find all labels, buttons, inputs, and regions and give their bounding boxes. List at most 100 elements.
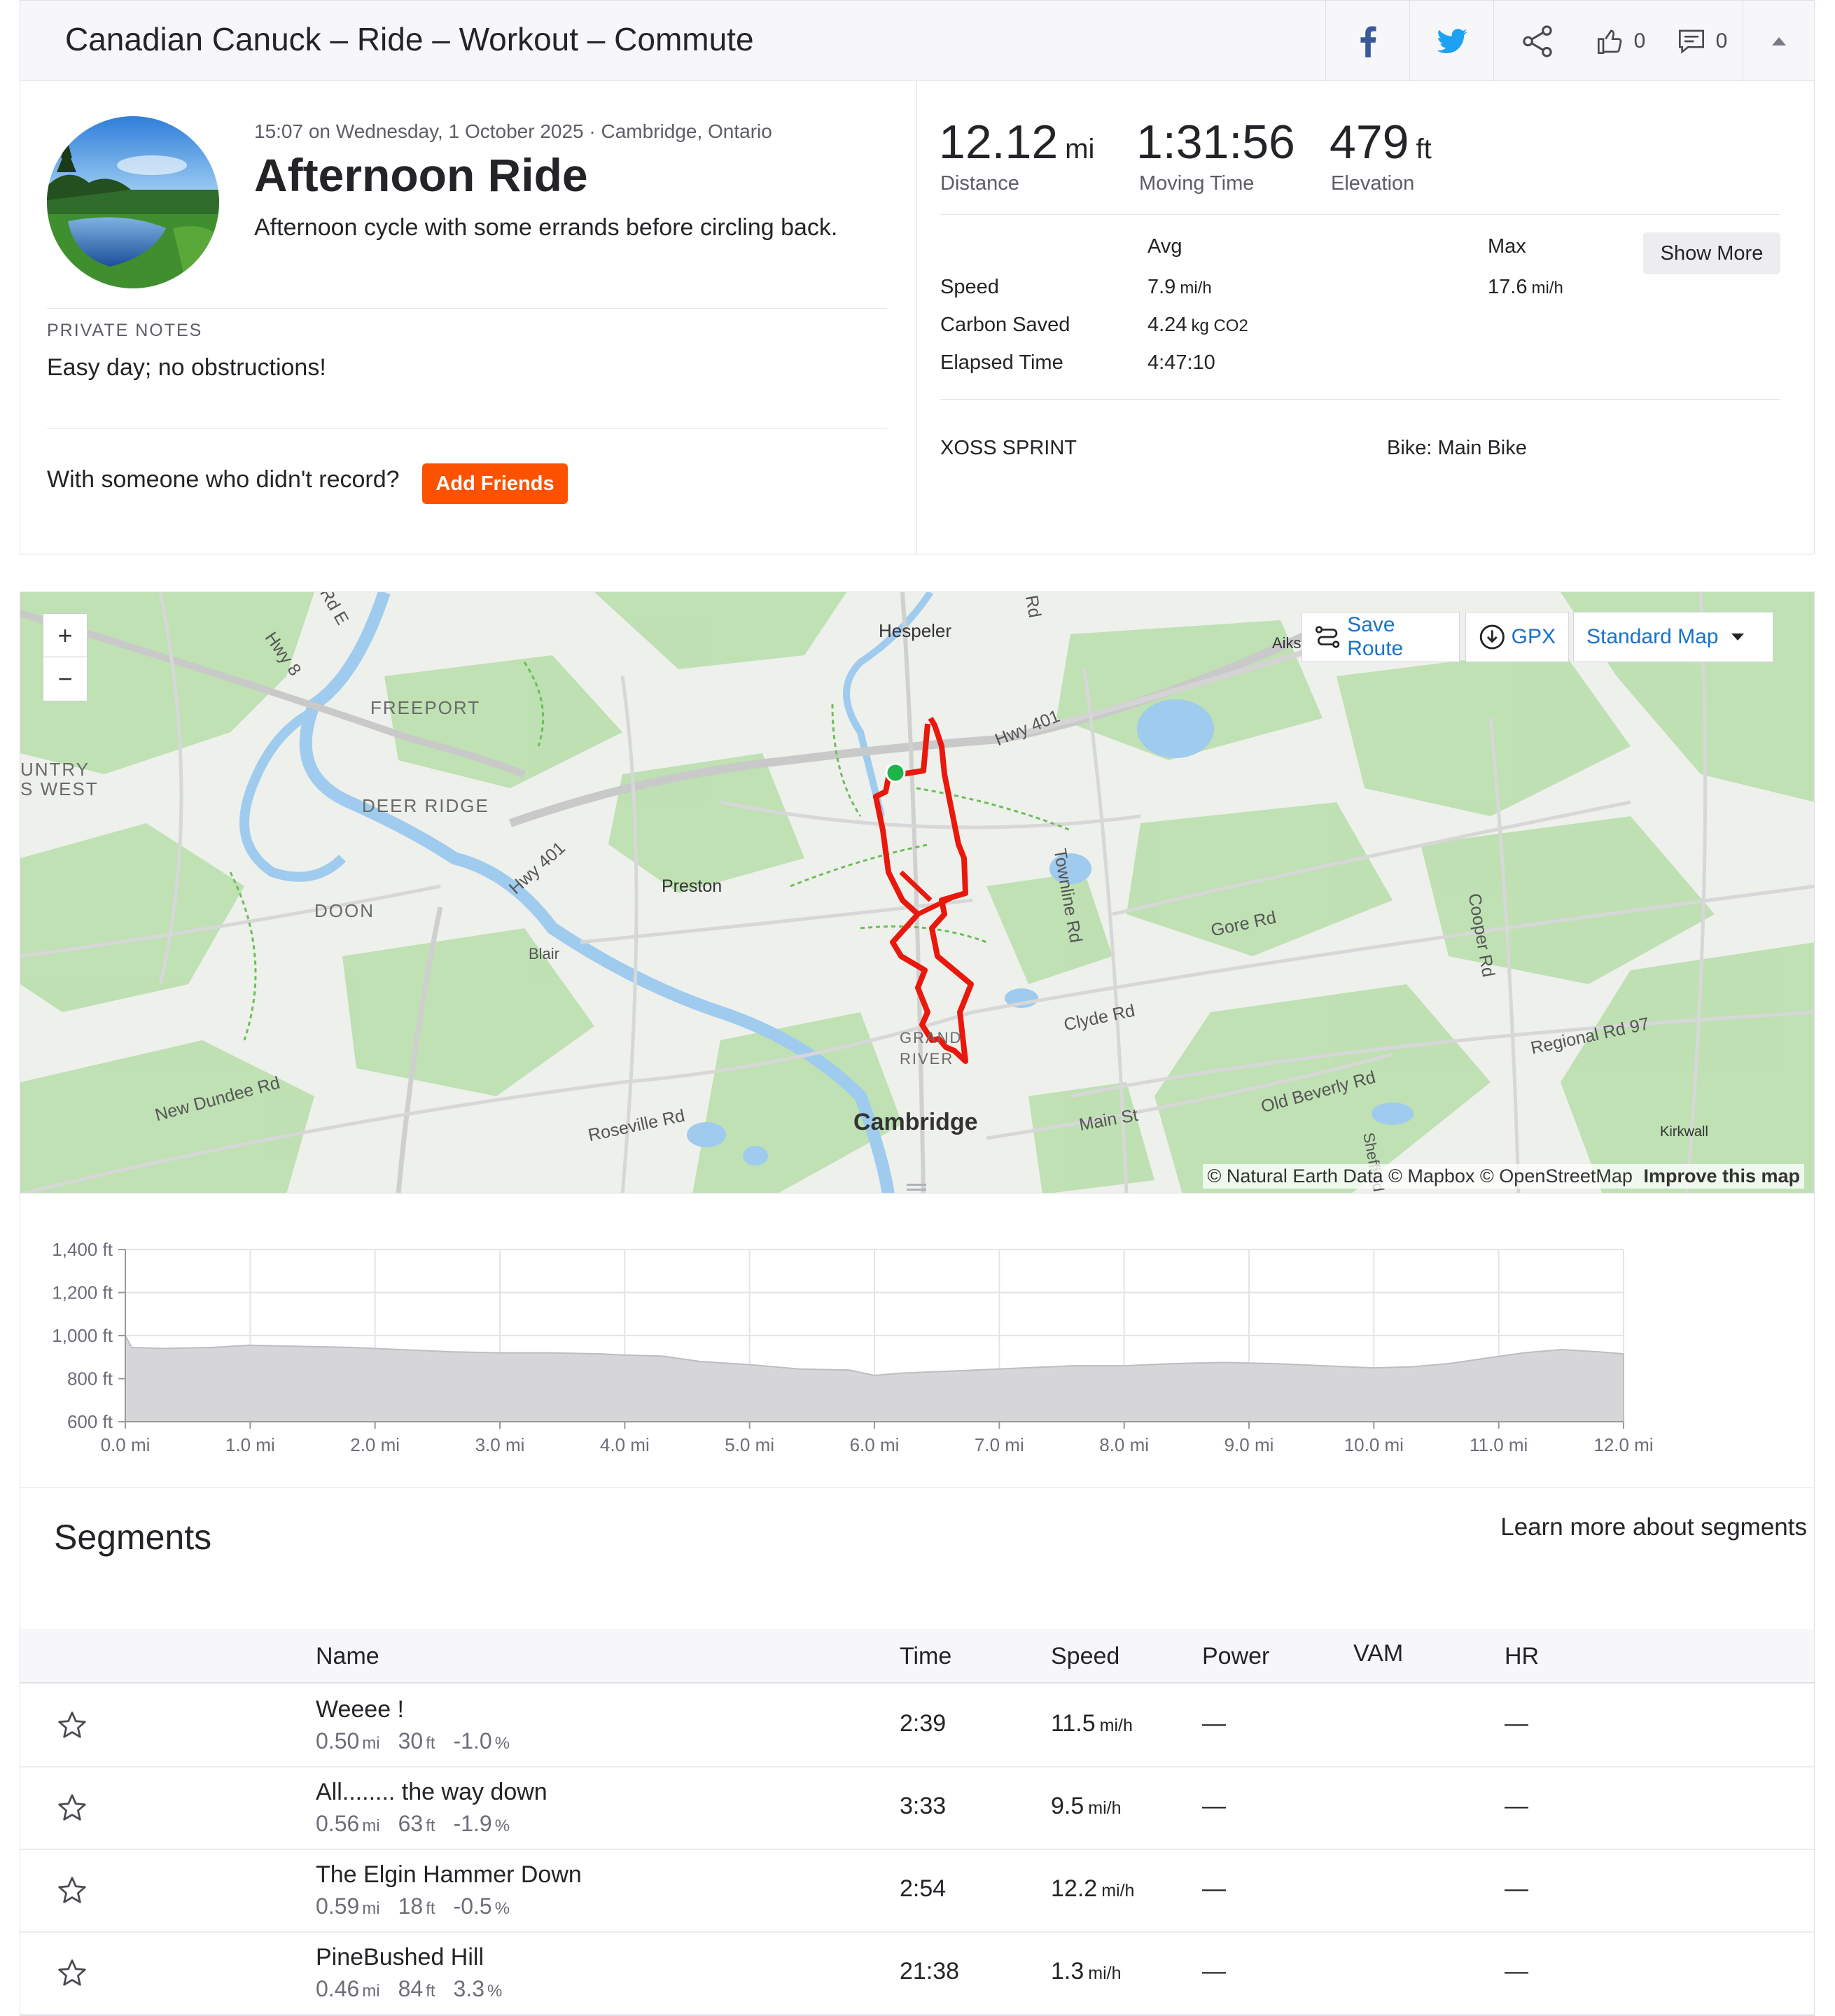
- max-header: Max: [1488, 235, 1526, 258]
- table-row[interactable]: PineBushed Hill 0.46 mi 84 ft 3.3% 21:38 1.3…: [20, 1931, 1814, 2015]
- segment-name[interactable]: PineBushed Hill: [316, 1944, 484, 1971]
- segment-name[interactable]: The Elgin Hammer Down: [316, 1861, 582, 1889]
- moving-time-label: Moving Time: [1139, 172, 1255, 195]
- y-tick-label: 1,200 ft: [52, 1282, 113, 1303]
- x-tick-label: 3.0 mi: [475, 1434, 525, 1455]
- segment-name[interactable]: Weeee !: [316, 1696, 404, 1723]
- segment-speed: 12.2 mi/h: [1051, 1875, 1135, 1902]
- map-label: Blair: [529, 945, 560, 962]
- x-tick-label: 4.0 mi: [600, 1434, 650, 1455]
- elevation-profile: 0.0 mi 1.0 mi 2.0 mi 3.0 mi 4.0 mi 5.0 mi 6.0 …: [20, 1184, 1815, 1488]
- star-icon[interactable]: [57, 1875, 88, 1906]
- route-start-marker: [885, 762, 906, 783]
- segment-speed: 9.5 mi/h: [1051, 1793, 1122, 1819]
- table-row[interactable]: All........ the way down 0.56 mi 63 ft -1.9%…: [20, 1766, 1814, 1850]
- column-header-power[interactable]: Power: [1202, 1643, 1269, 1670]
- divider: [47, 308, 887, 309]
- share-icon: [1523, 25, 1552, 57]
- route-icon: [1315, 626, 1340, 648]
- y-tick-label: 600 ft: [67, 1411, 113, 1432]
- x-tick-label: 12.0 mi: [1593, 1434, 1653, 1455]
- bike-name: Bike: Main Bike: [1387, 437, 1527, 459]
- twitter-share-button[interactable]: [1409, 1, 1494, 82]
- segment-hr: —: [1505, 1710, 1528, 1737]
- column-header-speed[interactable]: Speed: [1051, 1643, 1119, 1670]
- activity-header: Canadian Canuck – Ride – Workout – Commu…: [20, 0, 1815, 82]
- resize-handle-icon[interactable]: [907, 1184, 926, 1191]
- twitter-icon: [1437, 29, 1467, 54]
- elapsed-value: 4:47:10: [1147, 351, 1215, 374]
- segment-power: —: [1202, 1793, 1226, 1819]
- elevation-label: Elevation: [1331, 172, 1415, 195]
- map-type-label: Standard Map: [1586, 625, 1719, 648]
- column-header-time[interactable]: Time: [900, 1643, 951, 1670]
- segment-speed: 11.5 mi/h: [1051, 1710, 1133, 1737]
- column-header-vam[interactable]: VAM: [1353, 1640, 1403, 1667]
- star-icon[interactable]: [57, 1710, 88, 1741]
- column-header-name[interactable]: Name: [316, 1643, 379, 1670]
- map-label: UNTRY: [20, 759, 90, 780]
- map-label: S WEST: [20, 778, 99, 799]
- zoom-out-button[interactable]: −: [43, 657, 88, 701]
- table-row[interactable]: Weeee ! 0.50 mi 30 ft -1.0% 2:39 11.5 mi/h — …: [20, 1684, 1814, 1768]
- y-tick-label: 1,400 ft: [52, 1239, 113, 1260]
- summary-divider: [916, 81, 917, 554]
- kudos-count: 0: [1633, 29, 1646, 52]
- zoom-in-button[interactable]: +: [43, 613, 88, 658]
- divider: [940, 399, 1780, 400]
- x-tick-label: 11.0 mi: [1470, 1434, 1528, 1455]
- segments-title: Segments: [54, 1518, 212, 1557]
- map-type-select[interactable]: Standard Map: [1573, 612, 1773, 662]
- caret-up-icon: [1772, 37, 1786, 46]
- elapsed-label: Elapsed Time: [940, 351, 1063, 374]
- segment-name[interactable]: All........ the way down: [316, 1779, 547, 1806]
- kudos-button[interactable]: 0: [1580, 1, 1661, 82]
- map-label: GRAND: [900, 1029, 963, 1046]
- improve-map-link[interactable]: Improve this map: [1643, 1166, 1800, 1186]
- activity-summary: 15:07 on Wednesday, 1 October 2025 · Cam…: [20, 81, 1815, 554]
- learn-more-segments-link[interactable]: Learn more about segments: [1500, 1513, 1807, 1541]
- x-tick-label: 9.0 mi: [1225, 1434, 1274, 1455]
- collapse-button[interactable]: [1743, 1, 1815, 82]
- device-name: XOSS SPRINT: [940, 437, 1077, 459]
- speed-avg: 7.9 mi/h: [1147, 276, 1212, 298]
- segment-details: 0.46 mi 84 ft 3.3%: [316, 1976, 503, 2001]
- divider: [47, 428, 887, 429]
- comments-button[interactable]: 0: [1661, 1, 1743, 82]
- x-tick-label: 10.0 mi: [1344, 1434, 1404, 1455]
- show-more-button[interactable]: Show More: [1643, 232, 1780, 274]
- x-tick-label: 6.0 mi: [850, 1434, 900, 1455]
- map-label: Hespeler: [879, 620, 952, 641]
- segment-time: 2:39: [900, 1710, 947, 1737]
- column-header-hr[interactable]: HR: [1505, 1643, 1539, 1670]
- comment-icon: [1678, 29, 1704, 54]
- share-button[interactable]: [1493, 1, 1581, 82]
- segment-power: —: [1202, 1958, 1226, 1984]
- landscape-photo: [47, 116, 219, 288]
- segment-time: 3:33: [900, 1793, 947, 1819]
- save-route-button[interactable]: Save Route: [1302, 612, 1460, 662]
- map-label: Cambridge: [853, 1109, 978, 1135]
- add-friends-button[interactable]: Add Friends: [422, 463, 568, 504]
- segment-time: 21:38: [900, 1958, 960, 1984]
- facebook-share-button[interactable]: [1325, 1, 1410, 82]
- segment-hr: —: [1505, 1875, 1528, 1902]
- star-icon[interactable]: [57, 1793, 88, 1823]
- segment-hr: —: [1505, 1793, 1528, 1819]
- table-row[interactable]: The Elgin Hammer Down 0.59 mi 18 ft -0.5% 2:…: [20, 1849, 1814, 1933]
- route-map[interactable]: Hespeler FREEPORT DEER RIDGE DOON Presto…: [20, 592, 1815, 1194]
- x-tick-label: 2.0 mi: [350, 1434, 400, 1455]
- elevation-value: 479 ft: [1330, 115, 1432, 169]
- moving-time-value: 1:31:56: [1136, 115, 1295, 169]
- map-label: DEER RIDGE: [362, 795, 489, 816]
- distance-value: 12.12 mi: [939, 115, 1095, 169]
- x-tick-label: 8.0 mi: [1099, 1434, 1149, 1455]
- segments-table-header: Name Time Speed Power VAM HR: [20, 1629, 1814, 1684]
- segment-speed: 1.3 mi/h: [1051, 1958, 1122, 1984]
- activity-meta: 15:07 on Wednesday, 1 October 2025 · Cam…: [254, 120, 772, 142]
- segment-details: 0.59 mi 18 ft -0.5%: [316, 1893, 510, 1919]
- star-icon[interactable]: [57, 1958, 88, 1989]
- gpx-button[interactable]: GPX: [1465, 612, 1569, 662]
- activity-avatar[interactable]: [47, 116, 219, 288]
- gpx-label: GPX: [1511, 625, 1556, 648]
